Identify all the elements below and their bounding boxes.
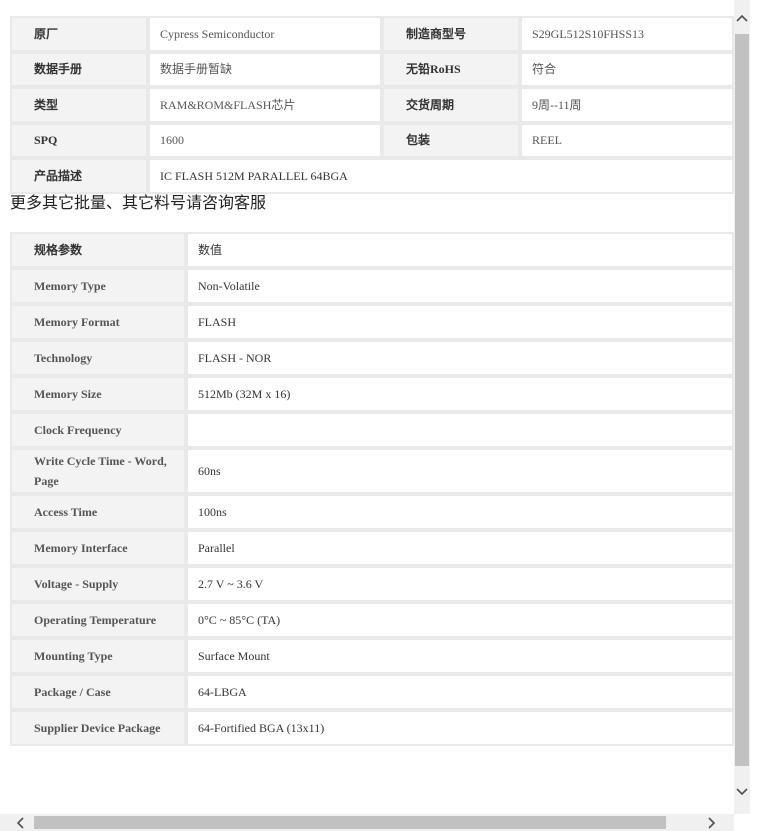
info-value: 符合 bbox=[520, 51, 734, 87]
info-value: RAM&ROM&FLASH芯片 bbox=[148, 87, 382, 123]
spec-row: Write Cycle Time - Word, Page 60ns bbox=[10, 448, 734, 494]
spec-value: 60ns bbox=[186, 448, 734, 494]
spec-value: FLASH - NOR bbox=[186, 340, 734, 376]
spec-key: Clock Frequency bbox=[10, 412, 186, 448]
info-row: 原厂 Cypress Semiconductor 制造商型号 S29GL512S… bbox=[10, 16, 734, 52]
spec-table: 规格参数 数值 Memory Type Non-Volatile Memory … bbox=[10, 232, 734, 746]
spec-row: Memory Format FLASH bbox=[10, 304, 734, 340]
spec-value: 512Mb (32M x 16) bbox=[186, 376, 734, 412]
info-value: 1600 bbox=[148, 122, 382, 158]
vertical-scrollbar[interactable] bbox=[734, 0, 750, 814]
spec-value: Parallel bbox=[186, 530, 734, 566]
spec-row: Memory Type Non-Volatile bbox=[10, 268, 734, 304]
spec-row: Clock Frequency bbox=[10, 412, 734, 448]
spec-value: 0°C ~ 85°C (TA) bbox=[186, 602, 734, 638]
spec-row: Memory Interface Parallel bbox=[10, 530, 734, 566]
info-row-description: 产品描述 IC FLASH 512M PARALLEL 64BGA bbox=[10, 158, 734, 194]
spec-key: Operating Temperature bbox=[10, 602, 186, 638]
spec-header-key: 规格参数 bbox=[10, 232, 186, 268]
spec-key: Write Cycle Time - Word, Page bbox=[10, 448, 186, 494]
chevron-left-icon[interactable] bbox=[12, 817, 28, 831]
info-row: 数据手册 数据手册暂缺 无铅RoHS 符合 bbox=[10, 51, 734, 87]
info-value: 9周--11周 bbox=[520, 87, 734, 123]
chevron-right-icon[interactable] bbox=[704, 817, 720, 831]
spec-key: Memory Format bbox=[10, 304, 186, 340]
spec-row: Mounting Type Surface Mount bbox=[10, 638, 734, 674]
spec-value: Non-Volatile bbox=[186, 268, 734, 304]
spec-row: Supplier Device Package 64-Fortified BGA… bbox=[10, 710, 734, 746]
info-row: 类型 RAM&ROM&FLASH芯片 交货周期 9周--11周 bbox=[10, 87, 734, 123]
info-value: 数据手册暂缺 bbox=[148, 51, 382, 87]
spec-value: 2.7 V ~ 3.6 V bbox=[186, 566, 734, 602]
info-label: 制造商型号 bbox=[382, 16, 520, 52]
spec-row: Access Time 100ns bbox=[10, 494, 734, 530]
info-label: 无铅RoHS bbox=[382, 51, 520, 87]
spec-key: Memory Size bbox=[10, 376, 186, 412]
chevron-up-icon[interactable] bbox=[734, 12, 750, 24]
spec-key: Package / Case bbox=[10, 674, 186, 710]
spec-header-row: 规格参数 数值 bbox=[10, 232, 734, 268]
info-value: S29GL512S10FHSS13 bbox=[520, 16, 734, 52]
info-label: 数据手册 bbox=[10, 51, 148, 87]
page-viewport: 原厂 Cypress Semiconductor 制造商型号 S29GL512S… bbox=[0, 0, 734, 814]
info-row: SPQ 1600 包装 REEL bbox=[10, 122, 734, 158]
spec-row: Memory Size 512Mb (32M x 16) bbox=[10, 376, 734, 412]
spec-value: 100ns bbox=[186, 494, 734, 530]
right-margin bbox=[750, 0, 770, 814]
info-label: SPQ bbox=[10, 122, 148, 158]
chevron-down-icon[interactable] bbox=[734, 786, 750, 798]
horizontal-scroll-thumb[interactable] bbox=[34, 816, 666, 829]
spec-key: Technology bbox=[10, 340, 186, 376]
info-label: 原厂 bbox=[10, 16, 148, 52]
spec-key: Voltage - Supply bbox=[10, 566, 186, 602]
spec-key: Memory Type bbox=[10, 268, 186, 304]
spec-row: Package / Case 64-LBGA bbox=[10, 674, 734, 710]
horizontal-scrollbar[interactable] bbox=[0, 814, 734, 831]
spec-key: Mounting Type bbox=[10, 638, 186, 674]
spec-key: Supplier Device Package bbox=[10, 710, 186, 746]
spec-value: Surface Mount bbox=[186, 638, 734, 674]
spec-row: Operating Temperature 0°C ~ 85°C (TA) bbox=[10, 602, 734, 638]
spec-key: Memory Interface bbox=[10, 530, 186, 566]
spec-value bbox=[186, 412, 734, 448]
spec-row: Technology FLASH - NOR bbox=[10, 340, 734, 376]
spec-value: 64-LBGA bbox=[186, 674, 734, 710]
info-label: 交货周期 bbox=[382, 87, 520, 123]
info-value: REEL bbox=[520, 122, 734, 158]
vertical-scroll-thumb[interactable] bbox=[735, 34, 749, 766]
info-value: Cypress Semiconductor bbox=[148, 16, 382, 52]
description-label: 产品描述 bbox=[10, 158, 148, 194]
scrollbar-corner bbox=[734, 814, 770, 831]
info-label: 包装 bbox=[382, 122, 520, 158]
contact-note: 更多其它批量、其它料号请咨询客服 bbox=[10, 193, 267, 212]
spec-header-value: 数值 bbox=[186, 232, 734, 268]
product-info-table: 原厂 Cypress Semiconductor 制造商型号 S29GL512S… bbox=[10, 16, 734, 194]
spec-row: Voltage - Supply 2.7 V ~ 3.6 V bbox=[10, 566, 734, 602]
description-value: IC FLASH 512M PARALLEL 64BGA bbox=[148, 158, 734, 194]
spec-value: FLASH bbox=[186, 304, 734, 340]
spec-value: 64-Fortified BGA (13x11) bbox=[186, 710, 734, 746]
info-label: 类型 bbox=[10, 87, 148, 123]
spec-key: Access Time bbox=[10, 494, 186, 530]
